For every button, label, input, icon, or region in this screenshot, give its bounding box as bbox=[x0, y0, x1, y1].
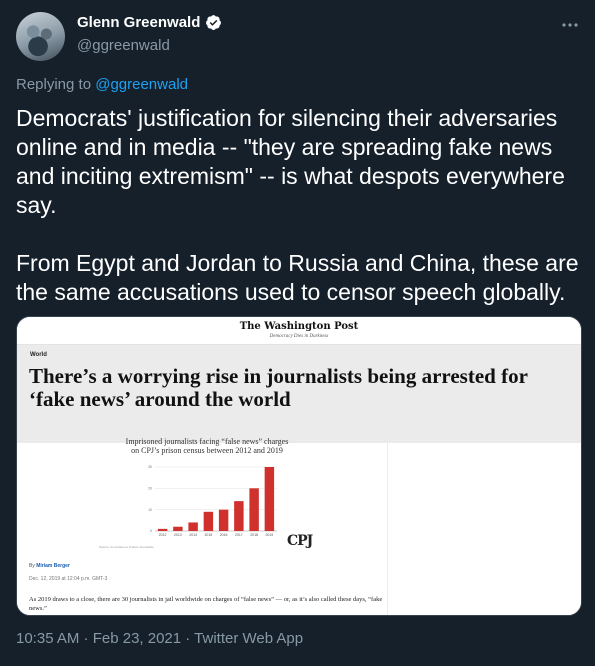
x-tick-label-2013: 2013 bbox=[174, 533, 182, 537]
x-tick-label-2019: 2019 bbox=[265, 533, 273, 537]
byline: By Miriam Berger bbox=[29, 563, 70, 569]
more-horizontal-icon[interactable] bbox=[561, 16, 579, 34]
chart-bar-2014 bbox=[188, 522, 198, 531]
chart-bar-2017 bbox=[234, 501, 244, 531]
tweet-timestamp[interactable]: 10:35 AM · Feb 23, 2021 · Twitter Web Ap… bbox=[16, 630, 303, 647]
y-tick-label-3: 30 bbox=[148, 465, 152, 469]
reply-mention-link[interactable]: @ggreenwald bbox=[95, 76, 188, 93]
wp-masthead-bar: The Washington Post Democracy Dies in Da… bbox=[17, 317, 581, 345]
display-name[interactable]: Glenn Greenwald bbox=[77, 14, 222, 31]
y-tick-label-2: 20 bbox=[148, 487, 152, 491]
tweet-media-image[interactable]: The Washington Post Democracy Dies in Da… bbox=[16, 316, 582, 616]
x-tick-label-2017: 2017 bbox=[235, 533, 243, 537]
dateline: Dec. 12, 2019 at 12:04 p.m. GMT-3 bbox=[29, 576, 108, 582]
article-header-band: World There’s a worrying rise in journal… bbox=[17, 345, 581, 443]
chart-title-line1: Imprisoned journalists facing “false new… bbox=[125, 437, 289, 446]
replying-prefix: Replying to bbox=[16, 76, 96, 93]
chart-bar-2019 bbox=[264, 467, 275, 531]
verified-badge-icon bbox=[206, 15, 222, 30]
wp-tagline: Democracy Dies in Darkness bbox=[269, 334, 329, 339]
x-tick-label-2012: 2012 bbox=[159, 533, 167, 537]
chart-source: Source: Committee to Protect Journalists bbox=[99, 545, 154, 549]
tweet-header: Glenn Greenwald @ggreenwald bbox=[16, 8, 579, 68]
tweet-text: Democrats' justification for silencing t… bbox=[16, 105, 579, 305]
cpj-logo: CPJ bbox=[287, 533, 313, 549]
display-name-text[interactable]: Glenn Greenwald bbox=[77, 14, 200, 31]
byline-author: Miriam Berger bbox=[36, 563, 70, 569]
bar-chart: 0 10 20 30 2012 2013 2014 2015 2016 2017 2018 2019 bbox=[148, 465, 277, 537]
avatar[interactable] bbox=[16, 12, 65, 61]
chart-bar-2016 bbox=[218, 509, 229, 531]
chart-bar-2015 bbox=[203, 511, 214, 531]
chart-bar-2018 bbox=[249, 488, 259, 531]
article-lede: As 2019 draws to a close, there are 30 j… bbox=[29, 596, 383, 612]
chart-title-line2: on CPJ’s prison census between 2012 and … bbox=[131, 446, 283, 455]
chart-title: Imprisoned journalists facing “false new… bbox=[107, 437, 307, 455]
article-sidebar bbox=[387, 443, 581, 615]
wp-masthead: The Washington Post bbox=[239, 321, 359, 332]
handle[interactable]: @ggreenwald bbox=[77, 37, 222, 54]
author-info[interactable]: Glenn Greenwald @ggreenwald bbox=[77, 14, 222, 54]
x-tick-label-2016: 2016 bbox=[220, 533, 228, 537]
y-tick-label-1: 10 bbox=[148, 508, 152, 512]
article-body: Imprisoned journalists facing “false new… bbox=[17, 437, 387, 615]
x-tick-label-2015: 2015 bbox=[204, 533, 212, 537]
y-tick-label-0: 0 bbox=[150, 529, 152, 533]
chart-bar-2012 bbox=[157, 528, 168, 531]
replying-to: Replying to @ggreenwald bbox=[16, 76, 188, 93]
x-tick-label-2014: 2014 bbox=[189, 533, 197, 537]
article-headline: There’s a worrying rise in journalists b… bbox=[29, 364, 528, 411]
article-section: World bbox=[30, 352, 47, 358]
x-tick-label-2018: 2018 bbox=[250, 533, 258, 537]
chart-bar-2013 bbox=[173, 526, 183, 531]
